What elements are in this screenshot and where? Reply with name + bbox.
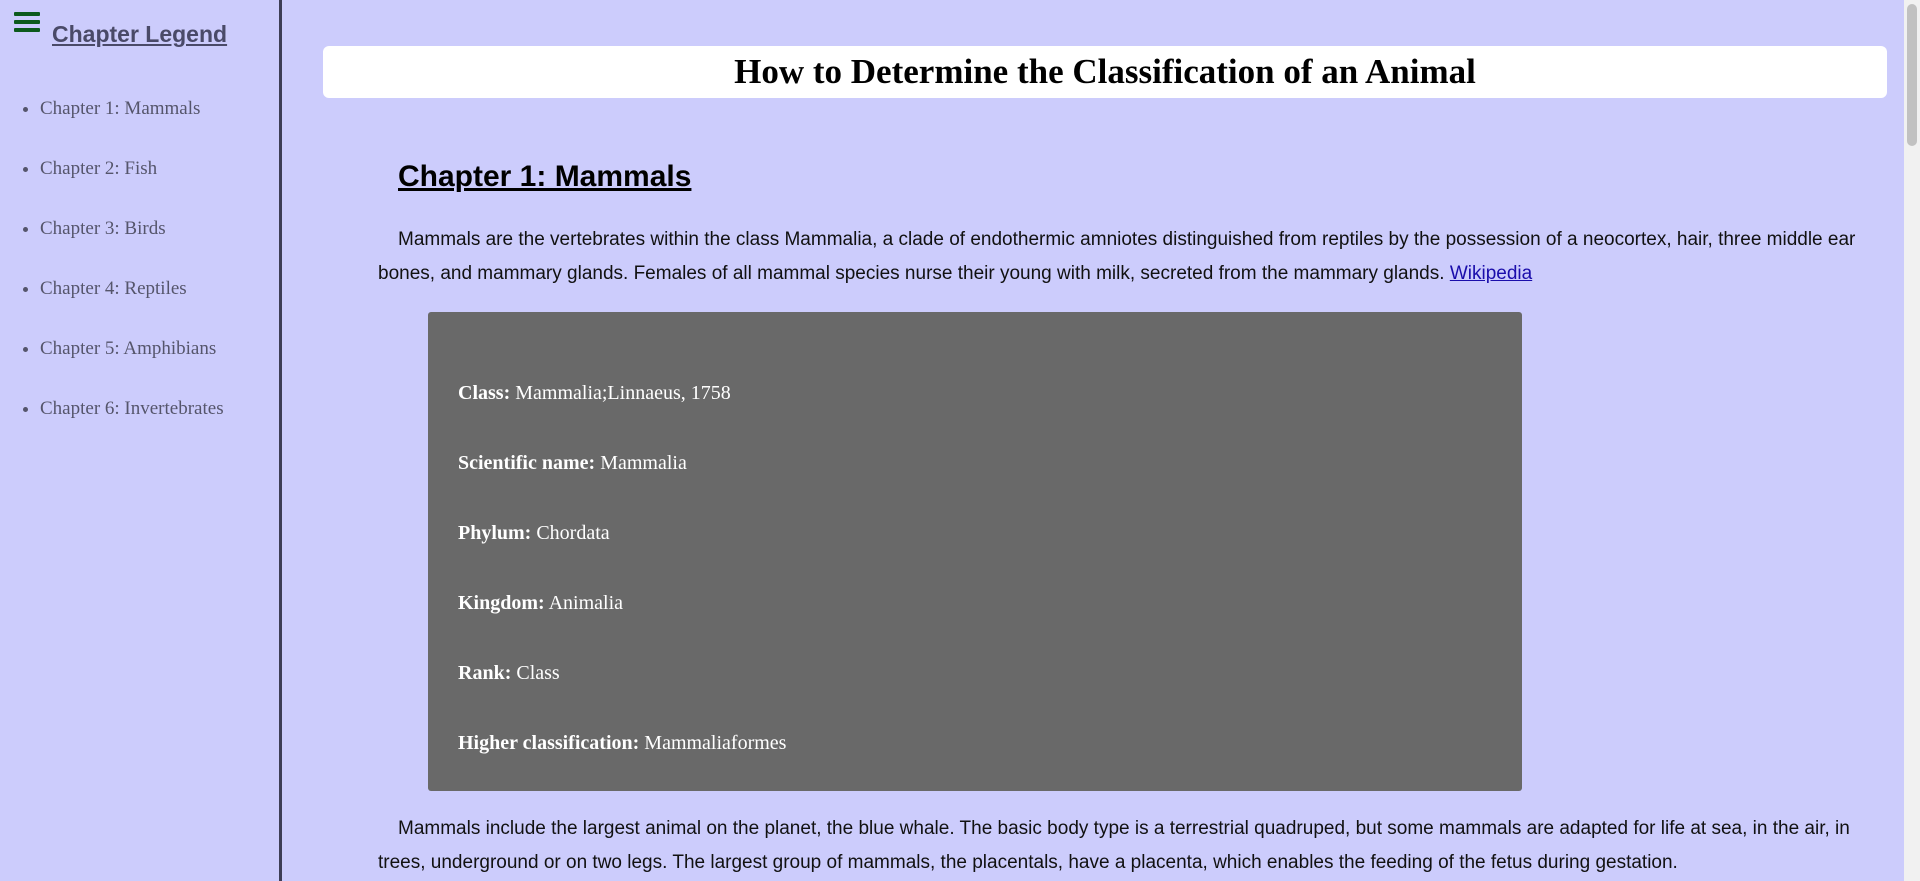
info-label: Scientific name: [458, 452, 596, 474]
page-title: How to Determine the Classification of a… [734, 52, 1476, 91]
chapter-legend-title[interactable]: Chapter Legend [52, 21, 227, 48]
chapter-heading: Chapter 1: Mammals [398, 160, 692, 193]
info-value: Mammalia [595, 452, 687, 474]
hamburger-menu-icon[interactable] [14, 12, 40, 34]
sidebar-item-chapter-3[interactable]: Chapter 3: Birds [40, 219, 224, 280]
info-value: Class [511, 662, 560, 684]
scrollbar-thumb[interactable] [1907, 4, 1917, 146]
info-label: Class: [458, 382, 511, 404]
info-row-rank: Rank: Class [458, 662, 560, 685]
main-content: How to Determine the Classification of a… [282, 0, 1904, 881]
vertical-scrollbar[interactable] [1904, 0, 1920, 881]
info-row-kingdom: Kingdom: Animalia [458, 592, 623, 615]
menu-bar [14, 12, 40, 16]
info-label: Phylum: [458, 522, 532, 544]
classification-info-box: Class: Mammalia;Linnaeus, 1758 Scientifi… [428, 312, 1522, 791]
sidebar-item-chapter-2[interactable]: Chapter 2: Fish [40, 159, 224, 220]
page-title-box: How to Determine the Classification of a… [323, 46, 1887, 98]
info-row-class: Class: Mammalia;Linnaeus, 1758 [458, 382, 731, 405]
body-paragraph: Mammals include the largest animal on th… [378, 818, 1850, 873]
intro-paragraph: Mammals are the vertebrates within the c… [378, 223, 1888, 291]
menu-bar [14, 28, 40, 32]
info-row-higher-classification: Higher classification: Mammaliaformes [458, 732, 786, 755]
wikipedia-link[interactable]: Wikipedia [1450, 263, 1532, 284]
info-value: Animalia [544, 592, 624, 614]
chapter-list: Chapter 1: Mammals Chapter 2: Fish Chapt… [0, 99, 224, 460]
sidebar: Chapter Legend Chapter 1: Mammals Chapte… [0, 0, 282, 881]
intro-text: Mammals are the vertebrates within the c… [378, 229, 1856, 284]
info-label: Rank: [458, 662, 512, 684]
menu-bar [14, 20, 40, 24]
info-value: Mammalia;Linnaeus, 1758 [510, 382, 731, 404]
info-row-phylum: Phylum: Chordata [458, 522, 610, 545]
info-label: Higher classification: [458, 732, 640, 754]
info-value: Mammaliaformes [639, 732, 787, 754]
sidebar-item-chapter-5[interactable]: Chapter 5: Amphibians [40, 339, 224, 400]
sidebar-item-chapter-6[interactable]: Chapter 6: Invertebrates [40, 399, 224, 460]
info-label: Kingdom: [458, 592, 545, 614]
info-row-scientific-name: Scientific name: Mammalia [458, 452, 687, 475]
sidebar-item-chapter-1[interactable]: Chapter 1: Mammals [40, 99, 224, 160]
sidebar-item-chapter-4[interactable]: Chapter 4: Reptiles [40, 279, 224, 340]
info-value: Chordata [531, 522, 610, 544]
